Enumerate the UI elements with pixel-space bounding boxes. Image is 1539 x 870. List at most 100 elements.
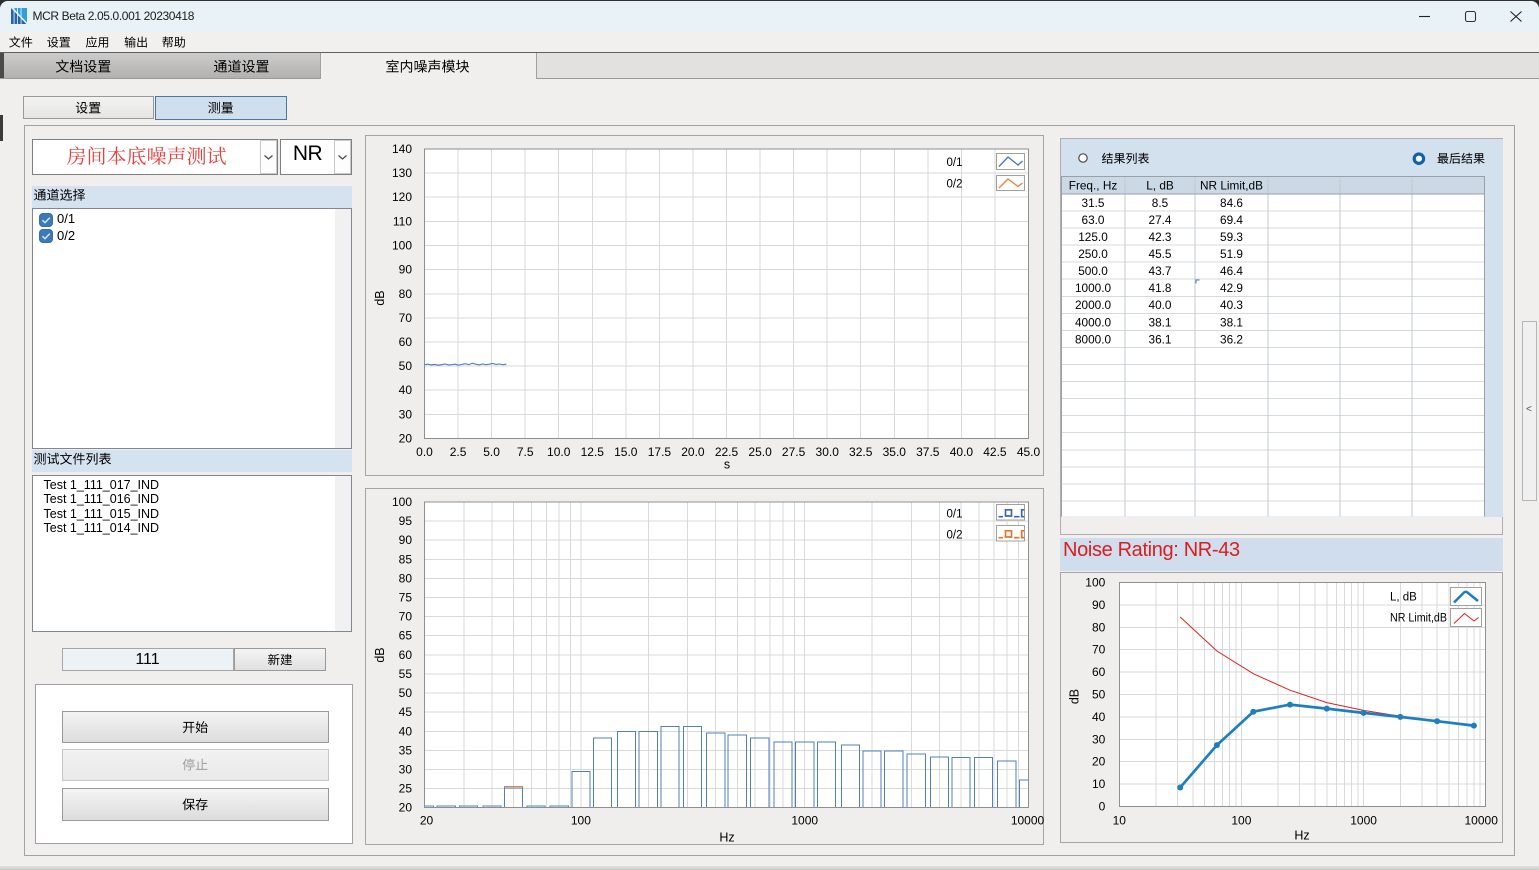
svg-text:12.5: 12.5: [581, 445, 605, 459]
svg-text:NR Limit,dB: NR Limit,dB: [1390, 613, 1447, 625]
svg-text:120: 120: [392, 190, 412, 204]
svg-text:45.0: 45.0: [1017, 445, 1041, 459]
svg-text:Hz: Hz: [719, 831, 734, 845]
svg-text:20: 20: [399, 432, 413, 446]
svg-text:s: s: [724, 458, 730, 472]
svg-text:80: 80: [399, 287, 413, 301]
svg-text:2000.0: 2000.0: [1075, 298, 1112, 312]
svg-text:100: 100: [392, 239, 412, 253]
svg-text:10000: 10000: [1465, 814, 1499, 828]
svg-text:L, dB: L, dB: [1390, 592, 1417, 604]
svg-text:2.5: 2.5: [450, 445, 467, 459]
svg-text:84.6: 84.6: [1220, 196, 1243, 210]
svg-text:4000.0: 4000.0: [1075, 315, 1112, 329]
svg-text:40: 40: [399, 724, 413, 738]
svg-text:51.9: 51.9: [1220, 247, 1243, 261]
svg-text:10: 10: [1113, 814, 1127, 828]
svg-text:55: 55: [399, 667, 413, 681]
svg-text:31.5: 31.5: [1082, 196, 1105, 210]
svg-text:59.3: 59.3: [1220, 230, 1243, 244]
svg-text:95: 95: [399, 514, 413, 528]
svg-text:dB: dB: [1068, 689, 1082, 704]
svg-text:dB: dB: [373, 647, 387, 662]
svg-text:0.0: 0.0: [416, 445, 433, 459]
svg-text:30: 30: [399, 763, 413, 777]
svg-text:38.1: 38.1: [1149, 315, 1172, 329]
svg-text:25: 25: [399, 782, 413, 796]
svg-text:30.0: 30.0: [816, 445, 840, 459]
svg-text:38.1: 38.1: [1220, 315, 1243, 329]
svg-text:20: 20: [420, 814, 434, 828]
svg-text:500.0: 500.0: [1078, 264, 1108, 278]
svg-text:8.5: 8.5: [1152, 196, 1169, 210]
svg-text:20: 20: [399, 801, 413, 815]
svg-text:0/1: 0/1: [947, 157, 963, 169]
svg-text:69.4: 69.4: [1220, 213, 1243, 227]
svg-text:20.0: 20.0: [681, 445, 705, 459]
svg-text:110: 110: [393, 214, 412, 228]
svg-text:42.3: 42.3: [1149, 230, 1172, 244]
svg-text:70: 70: [399, 311, 413, 325]
svg-text:90: 90: [1092, 598, 1106, 612]
svg-text:7.5: 7.5: [517, 445, 534, 459]
svg-text:20: 20: [1092, 755, 1106, 769]
svg-text:100: 100: [1085, 576, 1105, 590]
svg-text:25.0: 25.0: [748, 445, 772, 459]
svg-text:dB: dB: [373, 290, 387, 305]
svg-text:50: 50: [1092, 688, 1106, 702]
svg-text:17.5: 17.5: [648, 445, 672, 459]
svg-text:0/2: 0/2: [947, 179, 963, 191]
svg-text:30: 30: [1092, 732, 1106, 746]
svg-text:45: 45: [399, 705, 413, 719]
svg-text:125.0: 125.0: [1078, 230, 1108, 244]
svg-text:40.3: 40.3: [1220, 298, 1243, 312]
svg-text:30: 30: [399, 407, 413, 421]
svg-text:100: 100: [571, 814, 591, 828]
svg-text:NR Limit,dB: NR Limit,dB: [1200, 179, 1263, 193]
svg-text:60: 60: [399, 335, 413, 349]
svg-text:50: 50: [399, 686, 413, 700]
svg-text:90: 90: [399, 263, 413, 277]
svg-text:10: 10: [1092, 777, 1106, 791]
svg-text:90: 90: [399, 533, 413, 547]
svg-text:1000: 1000: [791, 814, 818, 828]
svg-text:50: 50: [399, 359, 413, 373]
svg-text:42.9: 42.9: [1220, 281, 1243, 295]
svg-text:40.0: 40.0: [950, 445, 974, 459]
svg-text:Freq., Hz: Freq., Hz: [1069, 179, 1118, 193]
svg-text:70: 70: [399, 610, 413, 624]
svg-text:0/1: 0/1: [947, 509, 963, 521]
svg-text:8000.0: 8000.0: [1075, 332, 1112, 346]
svg-text:27.4: 27.4: [1149, 213, 1172, 227]
svg-text:60: 60: [399, 648, 413, 662]
svg-text:250.0: 250.0: [1078, 247, 1108, 261]
svg-text:40.0: 40.0: [1149, 298, 1172, 312]
svg-text:0/2: 0/2: [947, 530, 963, 542]
svg-text:Hz: Hz: [1294, 829, 1309, 843]
svg-text:40: 40: [399, 383, 413, 397]
svg-text:80: 80: [399, 571, 413, 585]
svg-text:130: 130: [392, 166, 412, 180]
svg-text:27.5: 27.5: [782, 445, 806, 459]
svg-text:42.5: 42.5: [983, 445, 1007, 459]
svg-text:15.0: 15.0: [614, 445, 638, 459]
svg-text:85: 85: [399, 552, 413, 566]
svg-text:35.0: 35.0: [883, 445, 907, 459]
svg-text:65: 65: [399, 629, 413, 643]
svg-text:80: 80: [1092, 620, 1106, 634]
svg-text:63.0: 63.0: [1082, 213, 1105, 227]
svg-text:L, dB: L, dB: [1146, 179, 1174, 193]
svg-text:37.5: 37.5: [916, 445, 940, 459]
svg-text:100: 100: [392, 495, 412, 509]
svg-text:43.7: 43.7: [1149, 264, 1172, 278]
svg-text:5.0: 5.0: [483, 445, 500, 459]
svg-text:70: 70: [1092, 643, 1106, 657]
svg-text:0: 0: [1099, 800, 1106, 814]
svg-text:1000.0: 1000.0: [1075, 281, 1112, 295]
svg-text:40: 40: [1092, 710, 1106, 724]
svg-text:100: 100: [1231, 814, 1251, 828]
svg-text:36.1: 36.1: [1149, 332, 1172, 346]
svg-text:75: 75: [399, 591, 413, 605]
svg-text:46.4: 46.4: [1220, 264, 1243, 278]
svg-text:45.5: 45.5: [1149, 247, 1172, 261]
